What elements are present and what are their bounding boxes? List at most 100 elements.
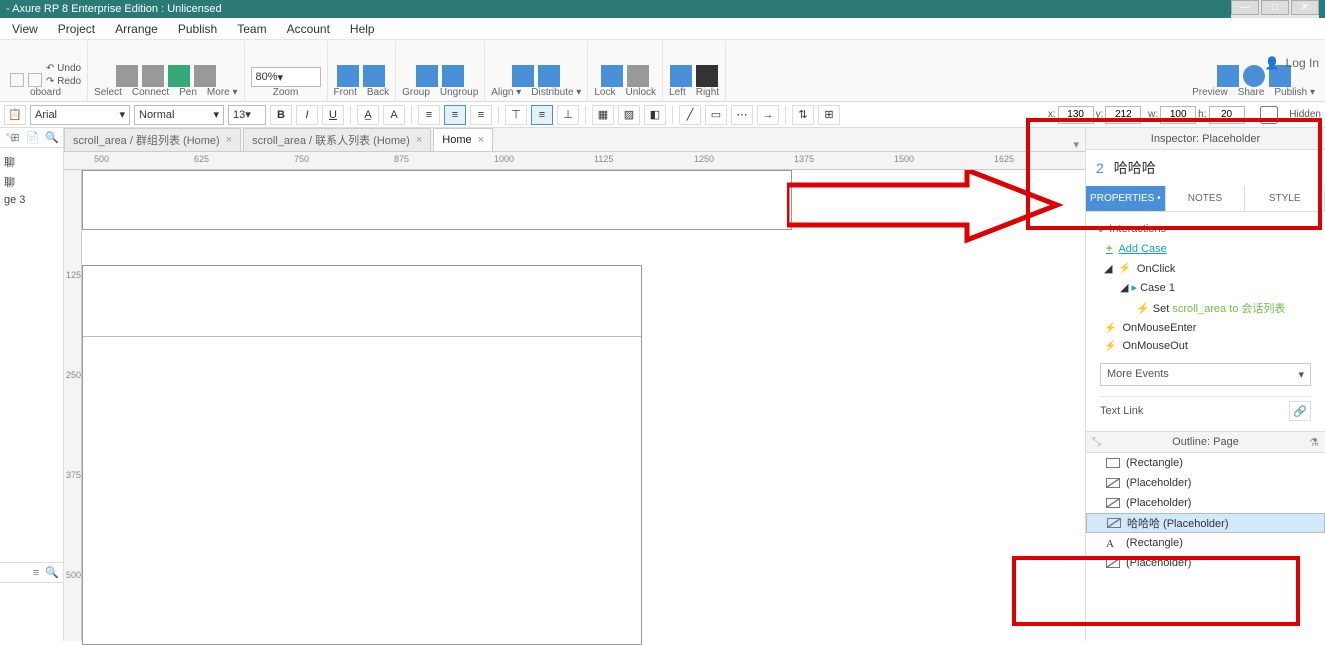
back-button[interactable] bbox=[363, 65, 385, 87]
tab-style[interactable]: STYLE bbox=[1245, 186, 1325, 211]
more-events-select[interactable]: More Events▾ bbox=[1100, 363, 1311, 386]
canvas[interactable] bbox=[82, 170, 1085, 641]
tab-scroll-contacts[interactable]: scroll_area / 联系人列表 (Home)× bbox=[243, 128, 431, 151]
group-button[interactable] bbox=[416, 65, 438, 87]
filter-icon[interactable]: ⚗ bbox=[1309, 436, 1319, 449]
outline-row[interactable]: 哈哈哈 (Placeholder) bbox=[1086, 513, 1325, 533]
login-link[interactable]: 👤Log In bbox=[1265, 56, 1319, 70]
tree-item[interactable]: 聊 bbox=[4, 152, 59, 172]
h-input[interactable] bbox=[1209, 106, 1245, 124]
hidden-checkbox[interactable] bbox=[1251, 106, 1287, 124]
outline-row[interactable]: A(Rectangle) bbox=[1086, 533, 1325, 553]
menu-arrange[interactable]: Arrange bbox=[107, 20, 166, 38]
menu-help[interactable]: Help bbox=[342, 20, 383, 38]
tab-properties[interactable]: PROPERTIES • bbox=[1086, 186, 1166, 211]
unlock-button[interactable] bbox=[627, 65, 649, 87]
add-case-link[interactable]: +Add Case bbox=[1096, 239, 1315, 259]
undo-button[interactable]: ↶ Undo bbox=[46, 63, 81, 74]
pen-tool[interactable] bbox=[168, 65, 190, 87]
redo-button[interactable]: ↷ Redo bbox=[46, 76, 81, 87]
tabs-overflow-icon[interactable]: ▾ bbox=[1067, 138, 1085, 151]
align-right-button[interactable]: ≡ bbox=[470, 105, 492, 125]
more-tools[interactable] bbox=[194, 65, 216, 87]
dock-right-button[interactable] bbox=[696, 65, 718, 87]
outline-label: (Rectangle) bbox=[1126, 537, 1183, 549]
font-size-select[interactable]: 13 ▾ bbox=[228, 105, 266, 125]
valign-top-button[interactable]: ⊤ bbox=[505, 105, 527, 125]
ungroup-button[interactable] bbox=[442, 65, 464, 87]
x-input[interactable] bbox=[1058, 106, 1094, 124]
w-input[interactable] bbox=[1160, 106, 1196, 124]
valign-mid-button[interactable]: ≡ bbox=[531, 105, 553, 125]
menu-account[interactable]: Account bbox=[279, 20, 338, 38]
borderstyle-button[interactable]: ⋯ bbox=[731, 105, 753, 125]
event-onmouseout[interactable]: ⚡OnMouseOut bbox=[1096, 337, 1315, 355]
connect-tool[interactable] bbox=[142, 65, 164, 87]
arrow-button[interactable]: → bbox=[757, 105, 779, 125]
line-button[interactable]: ╱ bbox=[679, 105, 701, 125]
close-button[interactable]: ✕ bbox=[1291, 0, 1319, 15]
tab-home[interactable]: Home× bbox=[433, 128, 493, 151]
bg-button[interactable]: ▨ bbox=[618, 105, 640, 125]
y-input[interactable] bbox=[1105, 106, 1141, 124]
text-color-button[interactable]: A̲ bbox=[357, 105, 379, 125]
outline-row[interactable]: (Placeholder) bbox=[1086, 553, 1325, 573]
border-button[interactable]: ▭ bbox=[705, 105, 727, 125]
paste-icon[interactable]: 📋 bbox=[4, 105, 26, 125]
align-button[interactable] bbox=[512, 65, 534, 87]
tab-scroll-groups[interactable]: scroll_area / 群组列表 (Home)× bbox=[64, 128, 241, 151]
close-icon[interactable]: × bbox=[416, 134, 422, 146]
tab-notes[interactable]: NOTES bbox=[1166, 186, 1246, 211]
lineheight-button[interactable]: ⇅ bbox=[792, 105, 814, 125]
font-select[interactable]: Arial▾ bbox=[30, 105, 130, 125]
lib-search-icon[interactable]: 🔍 bbox=[45, 566, 59, 579]
search-icon[interactable]: 🔍 bbox=[45, 131, 59, 144]
event-onclick[interactable]: ◢ ⚡OnClick bbox=[1096, 259, 1315, 278]
page-tree[interactable]: 聊 聊 ge 3 bbox=[0, 148, 63, 212]
bold-button[interactable]: B bbox=[270, 105, 292, 125]
menu-view[interactable]: View bbox=[4, 20, 46, 38]
shadow-button[interactable]: ◧ bbox=[644, 105, 666, 125]
menu-publish[interactable]: Publish bbox=[170, 20, 225, 38]
outline-row[interactable]: (Placeholder) bbox=[1086, 473, 1325, 493]
fill-button[interactable]: ▦ bbox=[592, 105, 614, 125]
valign-bot-button[interactable]: ⊥ bbox=[557, 105, 579, 125]
interactions-section[interactable]: ⌄ Interactions bbox=[1096, 218, 1315, 239]
menu-project[interactable]: Project bbox=[50, 20, 103, 38]
italic-button[interactable]: I bbox=[296, 105, 318, 125]
outline-row[interactable]: (Placeholder) bbox=[1086, 493, 1325, 513]
widget-name[interactable]: 哈哈哈 bbox=[1114, 158, 1156, 178]
add-folder-icon[interactable]: 📄 bbox=[26, 131, 40, 144]
padding-button[interactable]: ⊞ bbox=[818, 105, 840, 125]
outline-row[interactable]: (Rectangle) bbox=[1086, 453, 1325, 473]
close-icon[interactable]: × bbox=[478, 134, 484, 146]
link-button[interactable]: 🔗 bbox=[1289, 401, 1311, 421]
tree-item[interactable]: 聊 bbox=[4, 172, 59, 192]
font-weight-select[interactable]: Normal▾ bbox=[134, 105, 224, 125]
menu-team[interactable]: Team bbox=[229, 20, 274, 38]
lib-menu-icon[interactable]: ≡ bbox=[33, 567, 39, 579]
align-left-button[interactable]: ≡ bbox=[418, 105, 440, 125]
tree-item[interactable]: ge 3 bbox=[4, 192, 59, 208]
select-tool[interactable] bbox=[116, 65, 138, 87]
minimize-button[interactable]: — bbox=[1231, 0, 1259, 15]
strike-button[interactable]: A bbox=[383, 105, 405, 125]
distribute-button[interactable] bbox=[538, 65, 560, 87]
lock-button[interactable] bbox=[601, 65, 623, 87]
close-icon[interactable]: × bbox=[226, 134, 232, 146]
cut-icon[interactable] bbox=[10, 73, 24, 87]
align-center-button[interactable]: ≡ bbox=[444, 105, 466, 125]
case-1[interactable]: ◢ ▸ Case 1 bbox=[1096, 278, 1315, 297]
maximize-button[interactable]: □ bbox=[1261, 0, 1289, 15]
canvas-widget-rect2[interactable] bbox=[82, 265, 642, 645]
zoom-select[interactable]: 80% ▾ bbox=[251, 67, 321, 87]
front-button[interactable] bbox=[337, 65, 359, 87]
event-onmouseenter[interactable]: ⚡OnMouseEnter bbox=[1096, 319, 1315, 337]
dock-left-button[interactable] bbox=[670, 65, 692, 87]
share-button[interactable] bbox=[1243, 65, 1265, 87]
underline-button[interactable]: U bbox=[322, 105, 344, 125]
copy-icon[interactable] bbox=[28, 73, 42, 87]
action-set-panel[interactable]: ⚡ Set scroll_area to 会话列表 bbox=[1096, 297, 1315, 319]
canvas-widget-rect[interactable] bbox=[82, 170, 792, 230]
preview-button[interactable] bbox=[1217, 65, 1239, 87]
